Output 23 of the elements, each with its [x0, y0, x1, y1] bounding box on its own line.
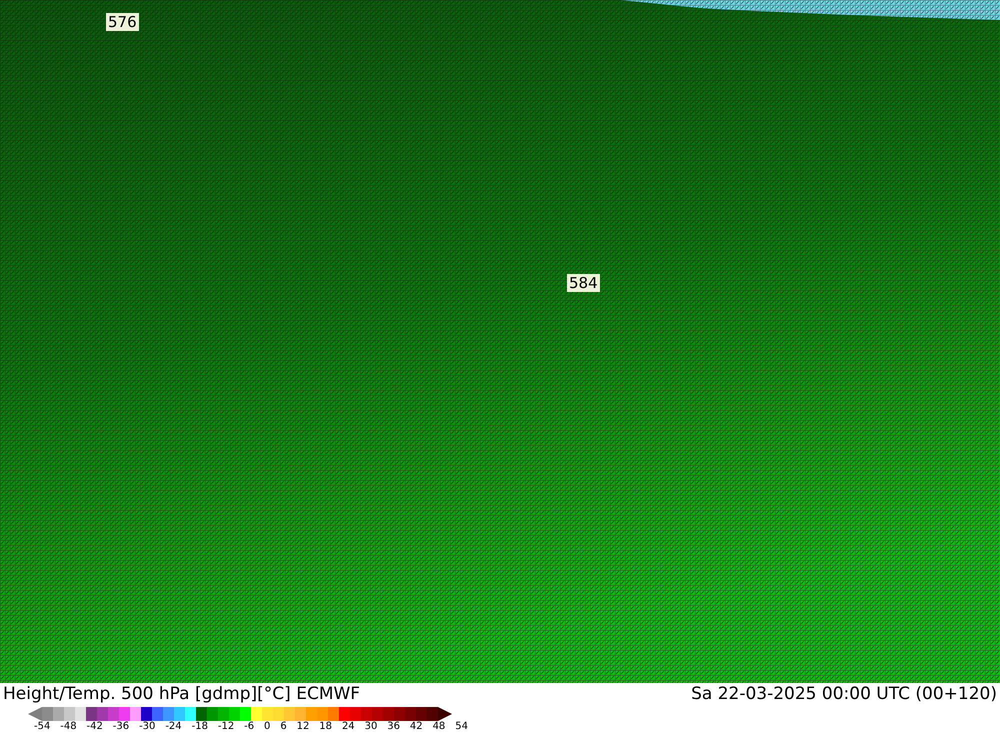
scale-tick-label: 12 — [296, 721, 310, 733]
scale-tick-label: -24 — [165, 721, 182, 733]
scale-tick-label: 42 — [410, 721, 423, 733]
scale-tick-label: -54 — [34, 721, 50, 733]
contour-label: 584 — [567, 274, 600, 292]
scale-tick-label: -6 — [244, 721, 254, 733]
scale-tick-label: -30 — [139, 721, 156, 733]
scale-tick-label: 18 — [319, 721, 332, 733]
scale-tick-label: -18 — [192, 721, 208, 733]
contour-label: 576 — [106, 13, 139, 31]
scale-tick-label: -42 — [86, 721, 103, 733]
scale-tick-label: 54 — [455, 721, 468, 733]
scale-tick-label: 30 — [364, 721, 378, 733]
scale-tick-label: 36 — [387, 721, 400, 733]
valid-time: Sa 22-03-2025 00:00 UTC (00+120) — [691, 683, 997, 705]
chart-title: Height/Temp. 500 hPa [gdmp][°C] ECMWF — [3, 683, 360, 705]
scale-tick-label: -12 — [218, 721, 234, 733]
scale-tick-label: 6 — [280, 721, 287, 733]
scale-tick-label: 24 — [342, 721, 355, 733]
scale-tick-label: -36 — [112, 721, 130, 733]
scale-tick-label: 48 — [432, 721, 446, 733]
scale-tick-label: 0 — [264, 721, 270, 733]
scale-tick-label: -48 — [60, 721, 77, 733]
